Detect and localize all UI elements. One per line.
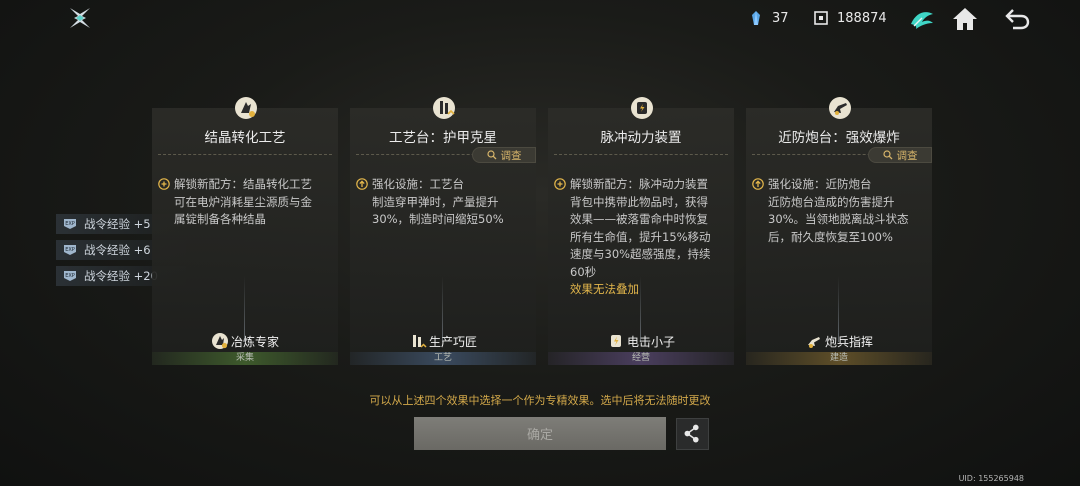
specialty-card-smelting[interactable]: 结晶转化工艺 解锁新配方：结晶转化工艺 可在电炉消耗星尘源质与金 属锭制备各种结… [152,97,338,365]
smelter-icon [211,333,228,349]
specialty-card-pulse[interactable]: 脉冲动力装置 解锁新配方：脉冲动力装置 背包中携带此物品时，获得 效果——被落雷… [548,97,734,365]
specialty-card-craft[interactable]: 工艺台：护甲克星 调查 强化设施：工艺台 制造穿甲弹时，产量提升 30%，制造时… [350,97,536,365]
magnifier-icon [882,150,892,160]
exp-badge-icon: EXP [64,271,76,281]
category-bar: 采集 [152,352,338,365]
currency-icon [814,11,828,25]
magnifier-icon [486,150,496,160]
card-title: 结晶转化工艺 [204,130,286,146]
back-icon[interactable] [1003,6,1031,32]
currency-count: 188874 [837,10,887,26]
crystal-count: 37 [772,10,789,26]
crystal-craft-icon [235,97,257,119]
exp-badge-icon: EXP [64,219,76,229]
artillery-icon [807,337,820,348]
card-title: 近防炮台：强效爆炸 [778,130,900,146]
crystal-icon [752,11,760,25]
effect-description: 强化设施：工艺台 制造穿甲弹时，产量提升 30%，制造时间缩短50% [356,176,532,229]
exp-badge-icon: EXP [64,245,76,255]
pulse-device-icon [631,97,653,119]
currency-resource: 188874 [813,10,887,26]
investigate-button[interactable]: 调查 [472,147,536,163]
unlock-plus-icon [158,178,170,190]
top-bar: 37 188874 [0,0,1080,40]
divider [554,154,728,155]
svg-text:EXP: EXP [65,221,75,227]
ammo-craft-icon [433,97,455,119]
selection-hint: 可以从上述四个效果中选择一个作为专精效果。选中后将无法随时更改 [369,394,711,407]
craftsman-icon [412,335,427,348]
specialty-card-turret[interactable]: 近防炮台：强效爆炸 调查 强化设施：近防炮台 近防炮台造成的伤害提升 30%。当… [746,97,932,365]
effect-description: 解锁新配方：脉冲动力装置 背包中携带此物品时，获得 效果——被落雷命中时恢复 所… [554,176,730,299]
upgrade-arrow-icon [356,178,368,190]
unlock-plus-icon [554,178,566,190]
upgrade-arrow-icon [752,178,764,190]
investigate-button[interactable]: 调查 [868,147,932,163]
effect-note: 效果无法叠加 [570,282,639,296]
share-icon [684,424,699,443]
svg-text:EXP: EXP [65,247,75,253]
share-button[interactable] [676,418,709,450]
role-label: 冶炼专家 [152,332,338,350]
role-label: 生产巧匠 [350,332,536,350]
faction-icon[interactable] [908,6,936,32]
category-bar: 工艺 [350,352,536,365]
home-icon[interactable] [951,6,979,32]
category-bar: 经营 [548,352,734,365]
category-bar: 建造 [746,352,932,365]
game-logo-icon[interactable] [68,6,92,30]
electric-icon [610,335,621,347]
svg-text:EXP: EXP [65,273,75,279]
card-title: 脉冲动力装置 [600,130,682,146]
effect-description: 强化设施：近防炮台 近防炮台造成的伤害提升 30%。当领地脱离战斗状态 后，耐久… [752,176,928,246]
effect-description: 解锁新配方：结晶转化工艺 可在电炉消耗星尘源质与金 属锭制备各种结晶 [158,176,334,229]
divider [158,154,332,155]
turret-icon [829,97,851,119]
card-title: 工艺台：护甲克星 [389,130,497,146]
role-label: 电击小子 [548,332,734,350]
confirm-button[interactable]: 确定 [414,417,666,450]
role-label: 炮兵指挥 [746,332,932,350]
user-id: UID: 155265948 [958,474,1024,483]
crystal-resource: 37 [748,10,789,26]
